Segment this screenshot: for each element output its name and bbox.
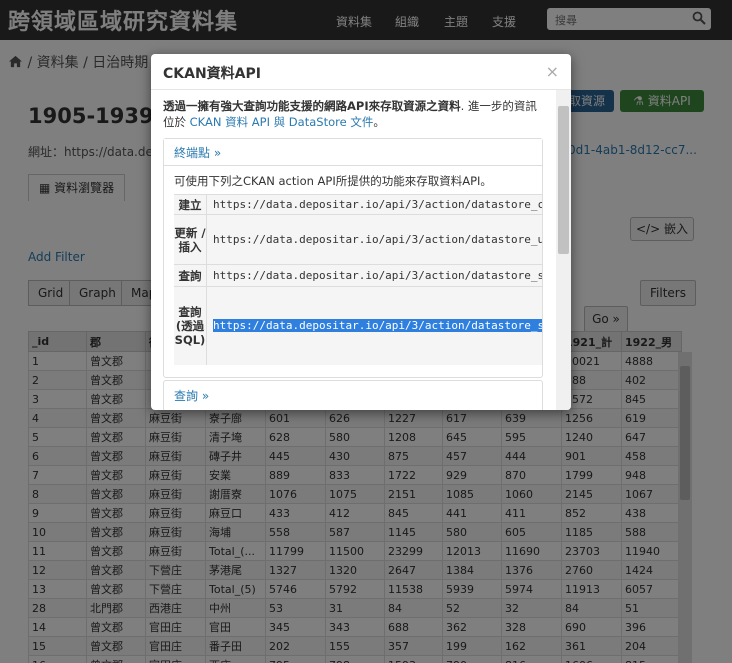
endpoints-description: 可使用下列之CKAN action API所提供的功能來存取資料API。 [174, 174, 492, 188]
endpoint-url-search-sql[interactable]: https://data.depositar.io/api/3/action/d… [206, 286, 542, 365]
query-panel[interactable]: 查詢 » [163, 380, 543, 410]
data-api-modal: CKAN資料API × 透過一擁有強大查詢功能支援的網路API來存取資源之資料.… [151, 54, 571, 410]
endpoints-heading[interactable]: 終端點 » [164, 139, 542, 166]
endpoint-label-search: 查詢 [174, 264, 207, 287]
modal-scrollbar[interactable] [556, 90, 571, 410]
endpoint-url-create[interactable]: https://data.depositar.io/api/3/action/d… [206, 194, 542, 215]
endpoint-url-upsert[interactable]: https://data.depositar.io/api/3/action/d… [206, 214, 542, 265]
endpoints-table: 建立 https://data.depositar.io/api/3/actio… [174, 194, 542, 372]
endpoints-panel: 終端點 » 可使用下列之CKAN action API所提供的功能來存取資料AP… [163, 138, 543, 378]
docs-link[interactable]: CKAN 資料 API 與 DataStore 文件 [190, 115, 374, 129]
close-icon[interactable]: × [546, 62, 559, 81]
modal-body: 透過一擁有強大查詢功能支援的網路API來存取資源之資料. 進一步的資訊位於 CK… [151, 90, 556, 410]
endpoint-label-search-sql: 查詢 (透過 SQL) [174, 286, 207, 365]
endpoint-label-create: 建立 [174, 194, 207, 215]
endpoint-label-upsert: 更新 / 插入 [174, 214, 207, 265]
modal-title: CKAN資料API [163, 66, 261, 82]
modal-header: CKAN資料API × [151, 54, 571, 90]
endpoint-url-search[interactable]: https://data.depositar.io/api/3/action/d… [206, 264, 542, 287]
modal-scrollbar-thumb[interactable] [558, 106, 569, 254]
query-heading[interactable]: 查詢 » [174, 387, 209, 404]
modal-intro: 透過一擁有強大查詢功能支援的網路API來存取資源之資料. 進一步的資訊位於 CK… [163, 99, 537, 129]
